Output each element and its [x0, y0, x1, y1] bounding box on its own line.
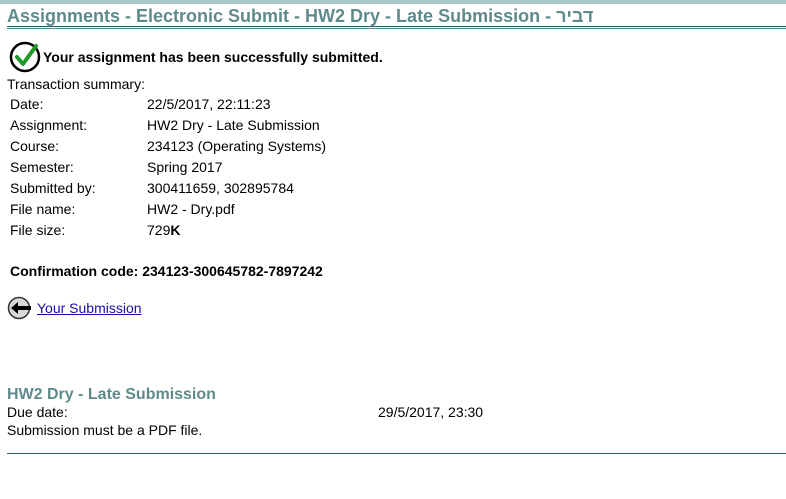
summary-value: Spring 2017	[147, 158, 223, 175]
check-circle-icon	[9, 41, 41, 73]
summary-value: HW2 - Dry.pdf	[147, 200, 235, 217]
file-size-number: 729	[147, 221, 171, 238]
top-accent-strip	[0, 0, 786, 4]
success-message: Your assignment has been successfully su…	[43, 49, 383, 65]
summary-row-date: Date: 22/5/2017, 22:11:23	[10, 93, 326, 114]
your-submission-link[interactable]: Your Submission	[37, 300, 142, 316]
summary-row-submitted-by: Submitted by: 300411659, 302895784	[10, 177, 326, 198]
summary-row-file-size: File size: 729K	[10, 219, 326, 240]
summary-value: 300411659, 302895784	[147, 179, 294, 196]
back-arrow-icon[interactable]	[7, 296, 33, 320]
assignment-title: HW2 Dry - Late Submission	[7, 386, 216, 403]
summary-label: Assignment:	[10, 116, 88, 133]
due-date-label: Due date:	[7, 404, 68, 420]
file-size-value: 729K	[147, 222, 180, 238]
file-size-unit: K	[170, 221, 181, 238]
summary-value: 22/5/2017, 22:11:23	[147, 95, 271, 112]
summary-label: Semester:	[10, 158, 74, 175]
due-date-row: Due date: 29/5/2017, 23:30	[7, 404, 767, 421]
summary-row-course: Course: 234123 (Operating Systems)	[10, 135, 326, 156]
back-navigation[interactable]: Your Submission	[7, 296, 142, 320]
title-divider-secondary	[7, 28, 786, 29]
submission-note: Submission must be a PDF file.	[7, 422, 203, 438]
summary-row-assignment: Assignment: HW2 Dry - Late Submission	[10, 114, 326, 135]
summary-label: Course:	[10, 137, 60, 154]
bottom-divider	[7, 453, 786, 454]
due-date-value: 29/5/2017, 23:30	[378, 404, 484, 420]
transaction-summary-table: Date: 22/5/2017, 22:11:23 Assignment: HW…	[10, 93, 326, 240]
summary-value: HW2 Dry - Late Submission	[147, 116, 320, 133]
summary-label: File name:	[10, 200, 76, 217]
summary-label: File size:	[10, 221, 66, 238]
summary-row-semester: Semester: Spring 2017	[10, 156, 326, 177]
page: Assignments - Electronic Submit - HW2 Dr…	[0, 0, 786, 499]
summary-label: Date:	[10, 95, 44, 112]
summary-label: Submitted by:	[10, 179, 96, 196]
title-divider	[7, 26, 786, 27]
page-title: Assignments - Electronic Submit - HW2 Dr…	[7, 6, 594, 26]
summary-value: 234123 (Operating Systems)	[147, 137, 326, 154]
summary-row-file-name: File name: HW2 - Dry.pdf	[10, 198, 326, 219]
confirmation-code: Confirmation code: 234123-300645782-7897…	[10, 263, 323, 279]
success-banner: Your assignment has been successfully su…	[9, 41, 383, 73]
summary-heading: Transaction summary:	[7, 76, 145, 92]
